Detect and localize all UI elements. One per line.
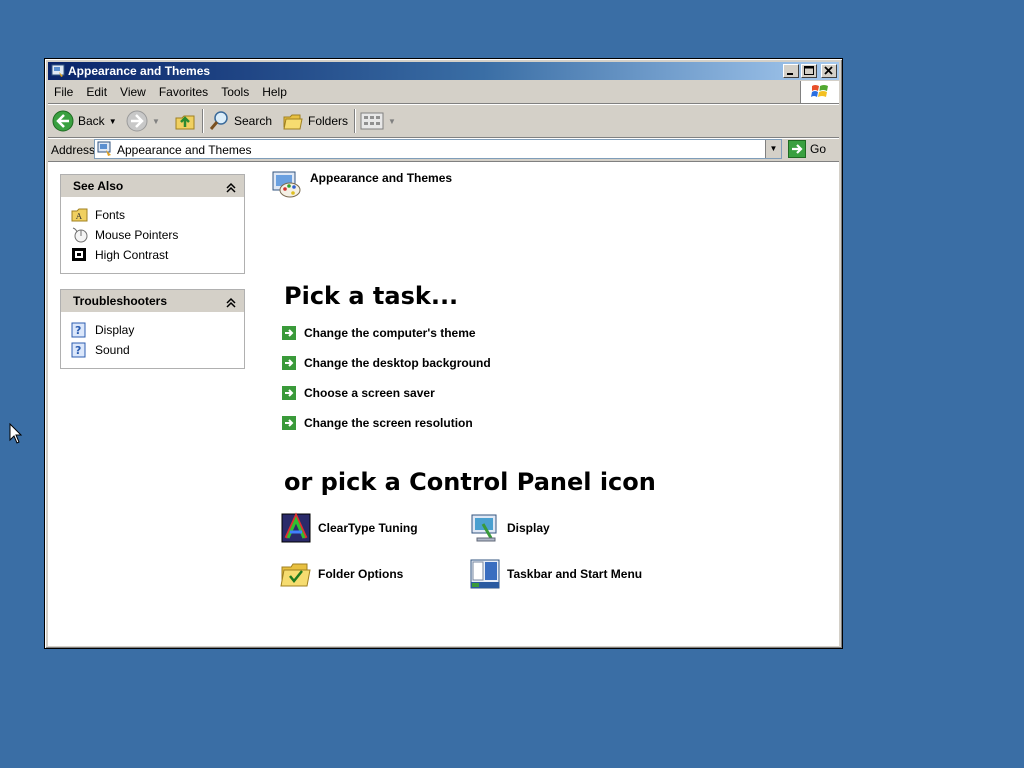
troubleshooters-header[interactable]: Troubleshooters (61, 290, 244, 312)
forward-button[interactable]: ▼ (126, 108, 160, 134)
address-dropdown-button[interactable]: ▼ (765, 140, 781, 158)
close-icon (824, 66, 833, 75)
folders-button[interactable]: Folders (282, 108, 348, 134)
control-panel-icon (51, 64, 65, 78)
toolbar-separator (202, 109, 203, 133)
toolbar: Back ▼ ▼ Search Folders ▼ (48, 105, 839, 138)
svg-text:A: A (75, 212, 82, 221)
forward-dropdown-icon[interactable]: ▼ (152, 117, 160, 126)
address-value: Appearance and Themes (117, 143, 252, 157)
cleartype-icon (281, 512, 311, 543)
back-dropdown-icon[interactable]: ▼ (109, 117, 117, 126)
troubleshooter-sound[interactable]: ? Sound (71, 340, 244, 360)
taskbar-icon (470, 559, 500, 589)
green-arrow-icon (282, 356, 296, 370)
views-button[interactable]: ▼ (360, 108, 396, 134)
minimize-icon (787, 73, 793, 75)
fonts-folder-icon: A (71, 208, 88, 222)
toolbar-separator (354, 109, 355, 133)
menu-edit[interactable]: Edit (86, 85, 107, 99)
maximize-button[interactable] (801, 64, 817, 78)
task-heading: Pick a task... (284, 282, 459, 310)
task-link-screensaver[interactable]: Choose a screen saver (282, 386, 435, 400)
mouse-cursor-icon (9, 422, 23, 448)
see-also-header[interactable]: See Also (61, 175, 244, 197)
address-input[interactable]: Appearance and Themes ▼ (94, 139, 782, 159)
window-title: Appearance and Themes (68, 64, 211, 78)
close-button[interactable] (821, 64, 837, 78)
see-also-mouse-pointers[interactable]: Mouse Pointers (71, 225, 244, 245)
svg-text:?: ? (75, 344, 81, 357)
see-also-fonts[interactable]: A Fonts (71, 205, 244, 225)
address-bar: Address Appearance and Themes ▼ Go (48, 139, 839, 161)
menu-favorites[interactable]: Favorites (159, 85, 208, 99)
menu-help[interactable]: Help (262, 85, 287, 99)
appearance-themes-icon (272, 171, 301, 198)
windows-logo (800, 81, 839, 103)
back-arrow-icon (52, 110, 74, 132)
go-button[interactable]: Go (788, 139, 826, 159)
see-also-high-contrast[interactable]: High Contrast (71, 245, 244, 265)
cp-icon-cleartype[interactable]: ClearType Tuning (280, 512, 418, 544)
chevron-up-icon[interactable] (226, 179, 236, 201)
up-folder-button[interactable] (174, 108, 196, 134)
maximize-icon (804, 66, 814, 75)
troubleshooter-display[interactable]: ? Display (71, 320, 244, 340)
task-link-resolution[interactable]: Change the screen resolution (282, 416, 473, 430)
category-title: Appearance and Themes (310, 171, 453, 185)
high-contrast-icon (72, 248, 86, 261)
green-arrow-icon (282, 326, 296, 340)
green-arrow-icon (282, 386, 296, 400)
category-header: Appearance and Themes (270, 168, 452, 200)
task-link-background[interactable]: Change the desktop background (282, 356, 491, 370)
menu-view[interactable]: View (120, 85, 146, 99)
search-button[interactable]: Search (208, 108, 272, 134)
display-icon (471, 514, 497, 542)
help-icon: ? (71, 322, 86, 338)
minimize-button[interactable] (783, 64, 799, 78)
up-folder-icon (175, 115, 195, 130)
title-bar[interactable]: Appearance and Themes (48, 62, 839, 80)
svg-text:?: ? (75, 324, 81, 337)
cp-icon-folder-options[interactable]: Folder Options (280, 558, 403, 590)
windows-flag-icon (811, 85, 828, 97)
desktop: Appearance and Themes File Edit View Fav… (0, 0, 1024, 768)
back-button[interactable]: Back ▼ (52, 108, 117, 134)
menu-tools[interactable]: Tools (221, 85, 249, 99)
help-icon: ? (71, 342, 86, 358)
control-panel-icon (97, 141, 113, 160)
menu-file[interactable]: File (54, 85, 73, 99)
folders-icon (283, 114, 303, 130)
cp-icon-taskbar[interactable]: Taskbar and Start Menu (469, 558, 642, 590)
see-also-panel: See Also A Fonts Mouse Pointers High Con… (60, 174, 245, 274)
explorer-window: Appearance and Themes File Edit View Fav… (44, 58, 843, 649)
green-arrow-icon (282, 416, 296, 430)
task-link-theme[interactable]: Change the computer's theme (282, 326, 476, 340)
content-area: See Also A Fonts Mouse Pointers High Con… (48, 161, 839, 646)
chevron-up-icon[interactable] (226, 294, 236, 316)
troubleshooters-panel: Troubleshooters ? Display ? Sound (60, 289, 245, 369)
icon-heading: or pick a Control Panel icon (284, 468, 656, 496)
search-icon (209, 111, 228, 130)
menu-bar: File Edit View Favorites Tools Help (48, 81, 839, 104)
forward-arrow-icon (126, 110, 148, 132)
views-icon (360, 112, 384, 130)
mouse-icon (72, 227, 88, 243)
go-arrow-icon (788, 140, 806, 158)
views-dropdown-icon[interactable]: ▼ (388, 117, 396, 126)
cp-icon-display[interactable]: Display (469, 512, 550, 544)
address-label: Address (51, 143, 96, 157)
folder-options-icon (280, 563, 311, 587)
